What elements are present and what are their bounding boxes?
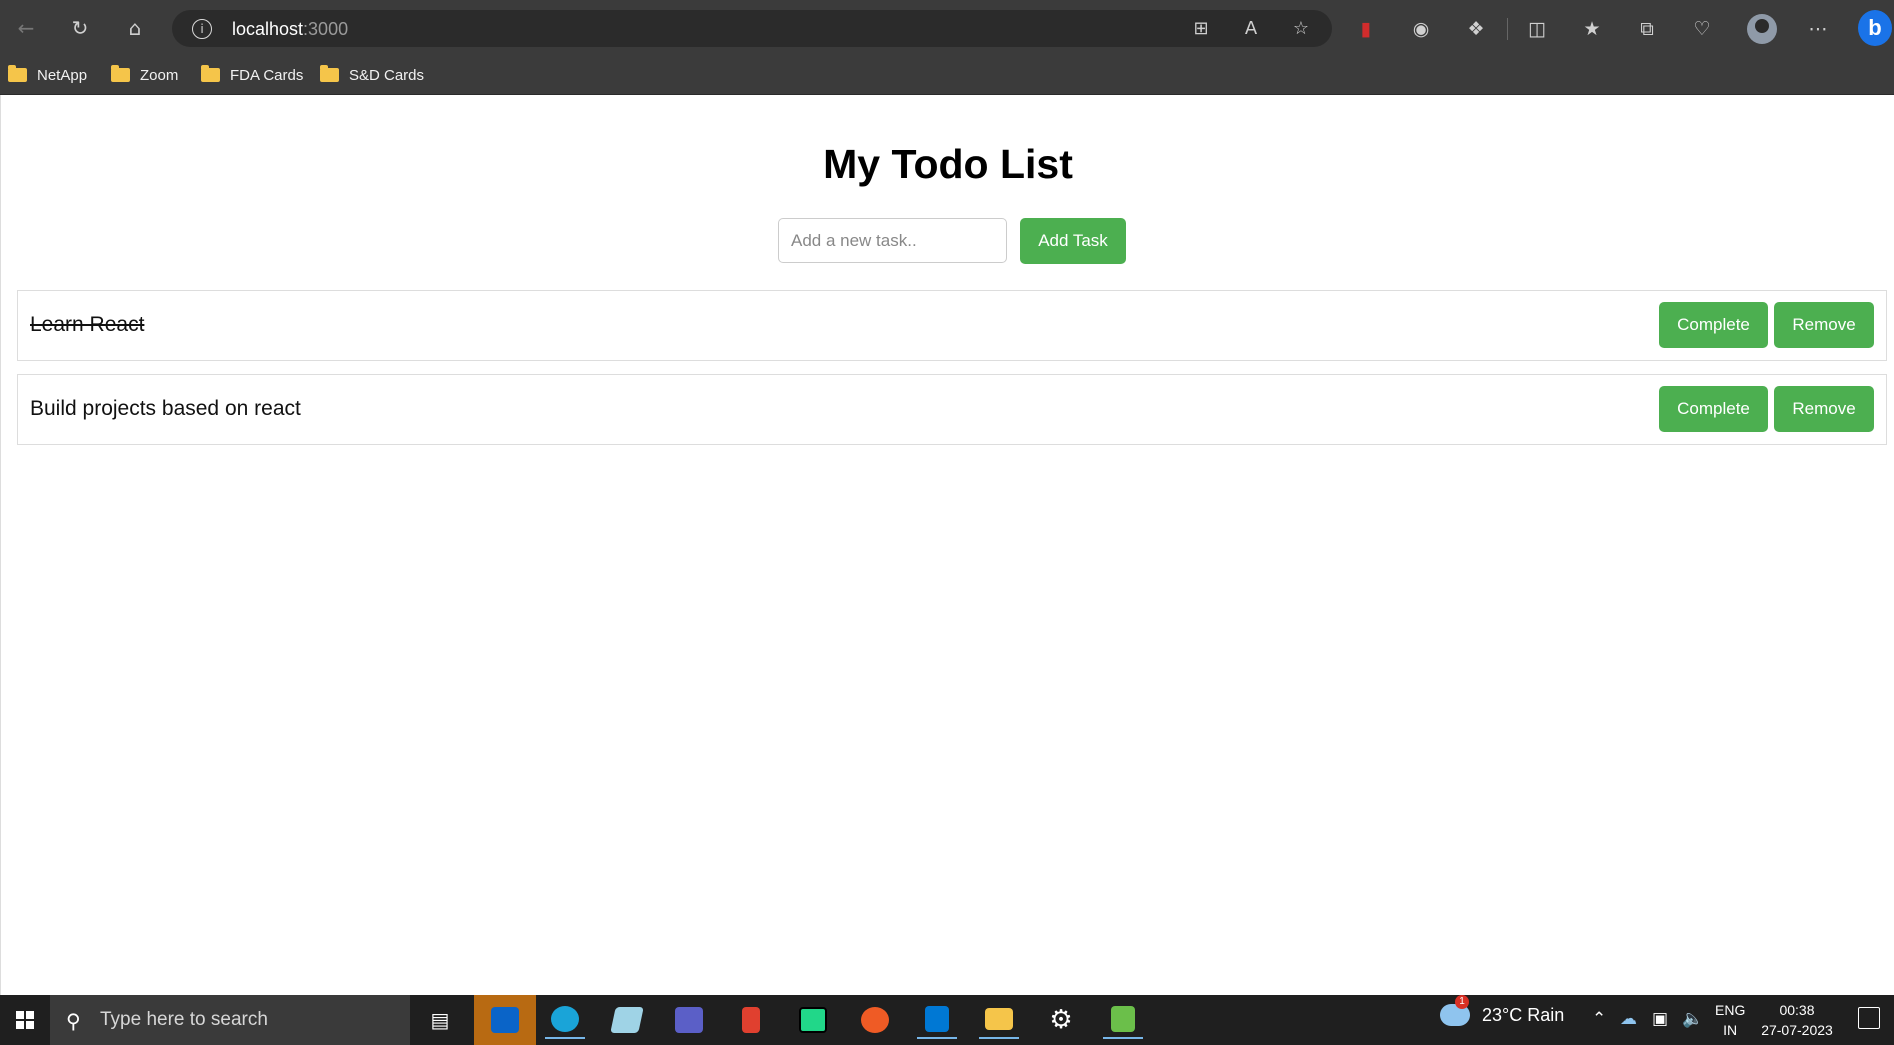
postman-icon[interactable] xyxy=(855,1001,895,1039)
bookmark-label: Zoom xyxy=(140,66,179,84)
notepad-app-icon[interactable] xyxy=(607,1001,647,1039)
todo-item: Learn React Complete Remove xyxy=(17,290,1887,361)
bookmarks-bar: NetApp Zoom FDA Cards S&D Cards xyxy=(0,56,1894,95)
collections-icon[interactable]: ⧉ xyxy=(1633,15,1661,43)
weather-text: 23°C Rain xyxy=(1482,1004,1565,1025)
time-text: 00:38 xyxy=(1779,1002,1815,1018)
remove-button[interactable]: Remove xyxy=(1774,386,1874,432)
volume-icon[interactable]: 🔈 xyxy=(1682,1009,1703,1029)
home-icon[interactable]: ⌂ xyxy=(121,14,149,42)
folder-icon xyxy=(201,65,220,82)
notification-icon[interactable] xyxy=(1858,1007,1880,1029)
search-icon: ⚲ xyxy=(66,1009,81,1033)
weather-badge: 1 xyxy=(1455,995,1469,1009)
complete-button[interactable]: Complete xyxy=(1659,302,1768,348)
todo-item: Build projects based on react Complete R… xyxy=(17,374,1887,445)
split-screen-icon[interactable]: ◫ xyxy=(1523,15,1551,43)
bookmark-netapp[interactable]: NetApp xyxy=(8,64,87,86)
profile-avatar[interactable] xyxy=(1747,14,1777,44)
toolbar-divider xyxy=(1507,18,1508,40)
read-aloud-icon[interactable]: A xyxy=(1240,18,1262,40)
mcafee-extension-icon[interactable]: ▮ xyxy=(1352,15,1380,43)
pycharm-icon[interactable] xyxy=(793,1001,833,1039)
back-arrow-icon[interactable]: ← xyxy=(12,14,40,42)
bookmark-zoom[interactable]: Zoom xyxy=(111,64,178,86)
add-task-button[interactable]: Add Task xyxy=(1020,218,1126,264)
task-view-icon[interactable]: ▤ xyxy=(420,1001,460,1039)
bookmark-label: FDA Cards xyxy=(230,66,304,84)
taskbar-search[interactable]: ⚲ Type here to search xyxy=(50,995,410,1045)
windows-logo-icon xyxy=(16,1011,34,1029)
language-indicator[interactable]: ENG IN xyxy=(1715,1000,1745,1040)
page-content: My Todo List Add Task Learn React Comple… xyxy=(0,95,1894,995)
edge-icon[interactable] xyxy=(545,1001,585,1039)
address-url[interactable]: localhost:3000 xyxy=(232,19,348,40)
windows-taskbar: ⚲ Type here to search ▤ ⚙ 1 23°C Rain ⌃ … xyxy=(0,995,1894,1045)
extension-avatar-icon[interactable]: ◉ xyxy=(1407,15,1435,43)
remove-button[interactable]: Remove xyxy=(1774,302,1874,348)
address-bar[interactable]: i localhost:3000 ⊞ A ☆ xyxy=(172,10,1332,47)
favorites-icon[interactable]: ★ xyxy=(1578,15,1606,43)
browser-essentials-icon[interactable]: ♡ xyxy=(1688,15,1716,43)
onedrive-cloud-icon[interactable]: ☁ xyxy=(1620,1009,1637,1029)
site-info-icon[interactable]: i xyxy=(192,19,212,39)
browser-toolbar: ← ↻ ⌂ i localhost:3000 ⊞ A ☆ ▮ ◉ ❖ ◫ ★ ⧉… xyxy=(0,0,1894,56)
bookmark-sd-cards[interactable]: S&D Cards xyxy=(320,64,424,86)
new-task-input[interactable] xyxy=(778,218,1007,263)
folder-icon xyxy=(8,65,27,82)
app-available-icon[interactable]: ⊞ xyxy=(1190,18,1212,40)
vscode-icon[interactable] xyxy=(917,1001,957,1039)
bookmark-label: S&D Cards xyxy=(349,66,425,84)
bing-copilot-icon[interactable]: b xyxy=(1858,10,1892,46)
complete-button[interactable]: Complete xyxy=(1659,386,1768,432)
refresh-icon[interactable]: ↻ xyxy=(66,14,94,42)
clock[interactable]: 00:38 27-07-2023 xyxy=(1757,1000,1837,1040)
folder-icon xyxy=(320,65,339,82)
teams-icon[interactable] xyxy=(669,1001,709,1039)
folder-icon xyxy=(111,65,130,82)
start-button[interactable] xyxy=(0,995,50,1045)
extensions-puzzle-icon[interactable]: ❖ xyxy=(1462,15,1490,43)
date-text: 27-07-2023 xyxy=(1761,1022,1833,1038)
network-icon[interactable]: ▣ xyxy=(1652,1009,1668,1029)
photo-editor-icon[interactable] xyxy=(1103,1001,1143,1039)
weather-widget[interactable]: 1 23°C Rain xyxy=(1440,995,1565,1026)
search-placeholder: Type here to search xyxy=(100,1009,268,1030)
page-title: My Todo List xyxy=(823,141,1073,187)
more-menu-icon[interactable]: ⋯ xyxy=(1804,15,1832,43)
todo-text: Learn React xyxy=(30,313,145,336)
chevron-up-icon[interactable]: ⌃ xyxy=(1592,1009,1606,1029)
rain-cloud-icon: 1 xyxy=(1440,995,1470,1026)
bookmark-label: NetApp xyxy=(37,66,88,84)
outlook-icon[interactable] xyxy=(474,995,536,1045)
settings-gear-icon[interactable]: ⚙ xyxy=(1041,1001,1081,1039)
todo-text: Build projects based on react xyxy=(30,397,301,420)
bookmark-fda-cards[interactable]: FDA Cards xyxy=(201,64,303,86)
favorite-star-icon[interactable]: ☆ xyxy=(1290,18,1312,40)
snipping-tool-icon[interactable] xyxy=(731,1001,771,1039)
file-explorer-icon[interactable] xyxy=(979,1001,1019,1039)
